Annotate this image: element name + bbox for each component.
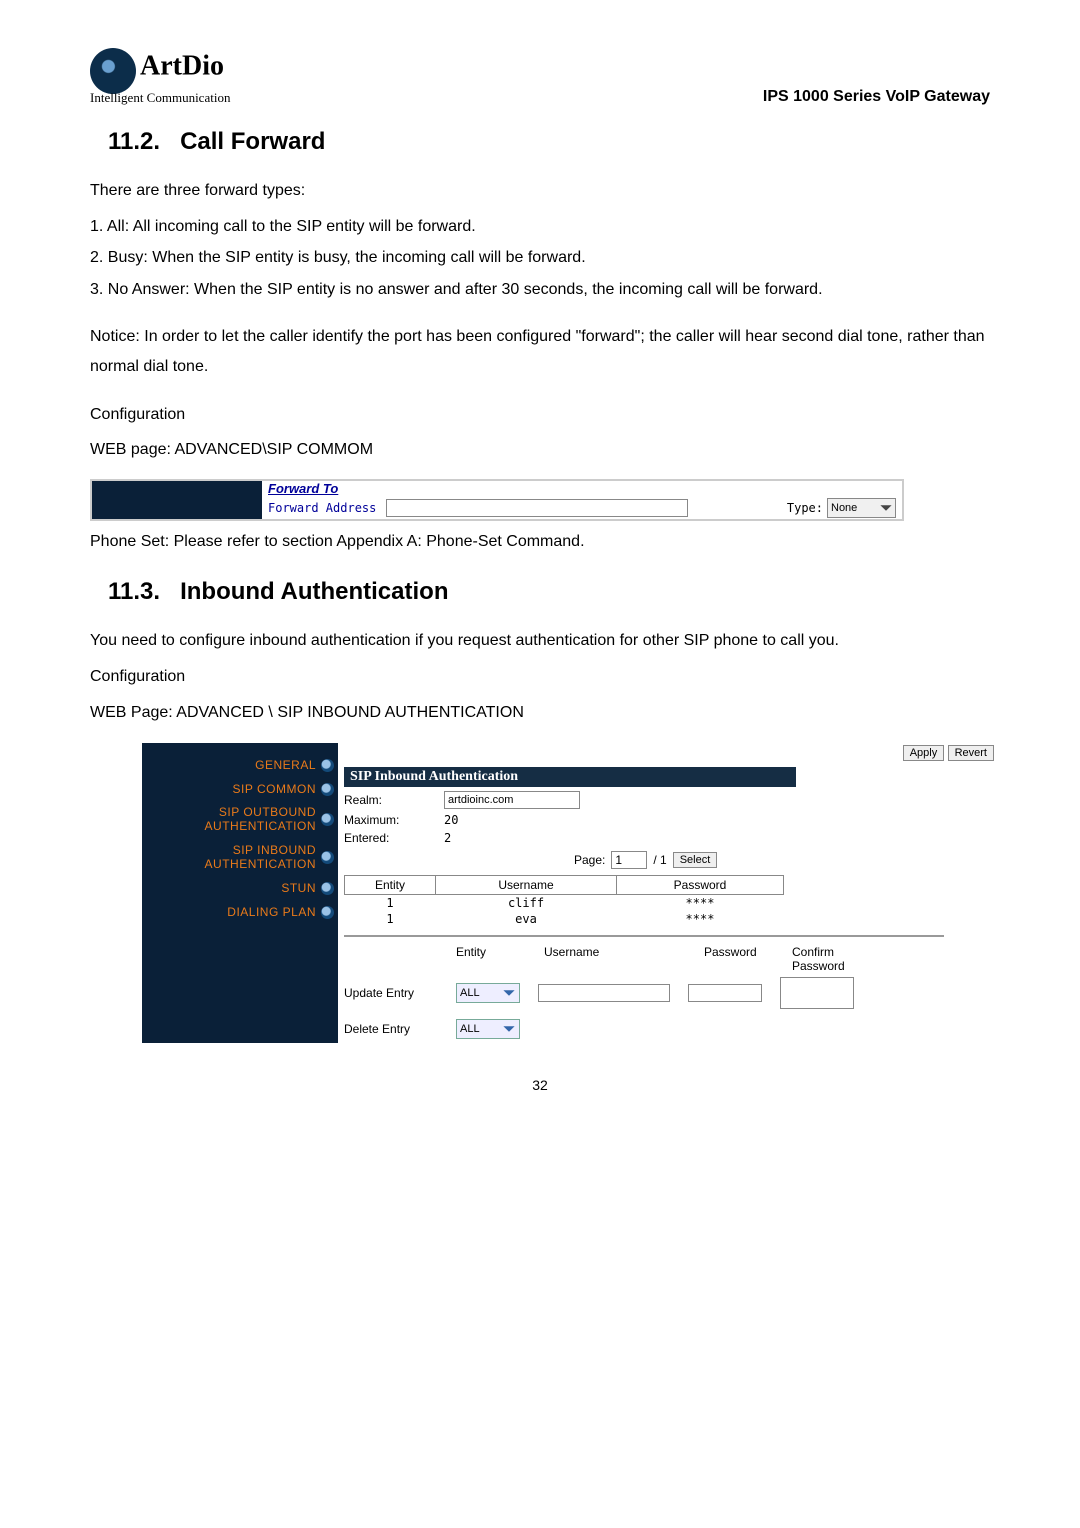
forward-to-title: Forward To — [268, 481, 896, 496]
forward-address-label: Forward Address — [268, 501, 376, 515]
sidebar-item-sip-outbound-auth[interactable]: SIP OUTBOUND AUTHENTICATION — [205, 801, 338, 839]
logo: ArtDio Intelligent Communication — [90, 48, 230, 106]
realm-input[interactable]: artdioinc.com — [444, 791, 580, 809]
type-label: Type: — [787, 501, 823, 515]
sec1-lead: There are three forward types: — [90, 176, 990, 206]
delete-entry-label: Delete Entry — [344, 1022, 438, 1036]
logo-mark-icon — [90, 48, 136, 94]
sidebar-item-general[interactable]: GENERAL — [255, 753, 338, 777]
web-page-label-2: WEB Page: ADVANCED \ SIP INBOUND AUTHENT… — [90, 698, 990, 728]
header-right: IPS 1000 Series VoIP Gateway — [763, 88, 990, 106]
sidebar-item-sip-common[interactable]: SIP COMMON — [233, 777, 338, 801]
section-11-2-heading: 11.2. Call Forward — [108, 128, 990, 156]
chevron-down-icon — [502, 1022, 516, 1036]
web-page-label: WEB page: ADVANCED\SIP COMMOM — [90, 435, 990, 465]
config-label-2: Configuration — [90, 662, 990, 692]
page-input[interactable]: 1 — [611, 851, 647, 869]
forward-sidebar-stub — [92, 481, 262, 519]
auth-table: Entity Username Password 1cliff**** 1eva… — [344, 875, 784, 927]
page-total: / 1 — [653, 853, 666, 867]
update-confirm-password-input[interactable] — [780, 977, 854, 1009]
table-row: 1cliff**** — [345, 895, 784, 912]
phone-set-note: Phone Set: Please refer to section Appen… — [90, 527, 990, 557]
section-11-3-heading: 11.3. Inbound Authentication — [108, 578, 990, 606]
sidebar-dot-icon — [321, 851, 334, 864]
sidebar-item-sip-inbound-auth[interactable]: SIP INBOUND AUTHENTICATION — [205, 839, 338, 877]
sec1-notice: Notice: In order to let the caller ident… — [90, 322, 990, 381]
col-username: Username — [436, 876, 617, 895]
sidebar-item-dialing-plan[interactable]: DIALING PLAN — [227, 900, 338, 924]
chevron-down-icon — [879, 501, 893, 515]
forward-to-screenshot: Forward To Forward Address Type: None — [90, 479, 904, 521]
sidebar: GENERAL SIP COMMON SIP OUTBOUND AUTHENTI… — [142, 743, 338, 1043]
update-password-input[interactable] — [688, 984, 762, 1002]
sidebar-item-stun[interactable]: STUN — [281, 876, 338, 900]
inbound-auth-screenshot: GENERAL SIP COMMON SIP OUTBOUND AUTHENTI… — [142, 743, 1002, 1043]
realm-label: Realm: — [344, 793, 444, 807]
inbound-auth-banner: SIP Inbound Authentication — [344, 767, 796, 787]
col-entity: Entity — [345, 876, 436, 895]
entered-label: Entered: — [344, 831, 444, 845]
sec2-lead: You need to configure inbound authentica… — [90, 626, 990, 656]
chevron-down-icon — [502, 986, 516, 1000]
select-button[interactable]: Select — [673, 852, 718, 868]
sidebar-dot-icon — [321, 882, 334, 895]
list-item: 3. No Answer: When the SIP entity is no … — [90, 275, 990, 305]
forward-address-input[interactable] — [386, 499, 688, 517]
config-label: Configuration — [90, 400, 990, 430]
table-row: 1eva**** — [345, 911, 784, 927]
page-label: Page: — [574, 853, 605, 867]
col-password: Password — [617, 876, 784, 895]
page-header: ArtDio Intelligent Communication IPS 100… — [90, 48, 990, 106]
maximum-value: 20 — [444, 813, 458, 827]
sidebar-dot-icon — [321, 783, 334, 796]
password-col-label: Password — [704, 945, 772, 973]
entity-col-label: Entity — [456, 945, 524, 973]
delete-entity-select[interactable]: ALL — [456, 1019, 520, 1039]
confirm-password-col-label: Confirm Password — [792, 945, 860, 973]
maximum-label: Maximum: — [344, 813, 444, 827]
update-entry-label: Update Entry — [344, 986, 438, 1000]
logo-main: ArtDio — [140, 51, 224, 82]
revert-button[interactable]: Revert — [948, 745, 994, 761]
apply-button[interactable]: Apply — [903, 745, 945, 761]
username-col-label: Username — [544, 945, 684, 973]
update-username-input[interactable] — [538, 984, 670, 1002]
sidebar-dot-icon — [321, 813, 334, 826]
logo-sub: Intelligent Communication — [90, 90, 230, 106]
type-select[interactable]: None — [827, 498, 896, 518]
sidebar-dot-icon — [321, 759, 334, 772]
entered-value: 2 — [444, 831, 451, 845]
update-entity-select[interactable]: ALL — [456, 983, 520, 1003]
list-item: 2. Busy: When the SIP entity is busy, th… — [90, 243, 990, 273]
page-number: 32 — [90, 1077, 990, 1093]
list-item: 1. All: All incoming call to the SIP ent… — [90, 212, 990, 242]
sidebar-dot-icon — [321, 906, 334, 919]
